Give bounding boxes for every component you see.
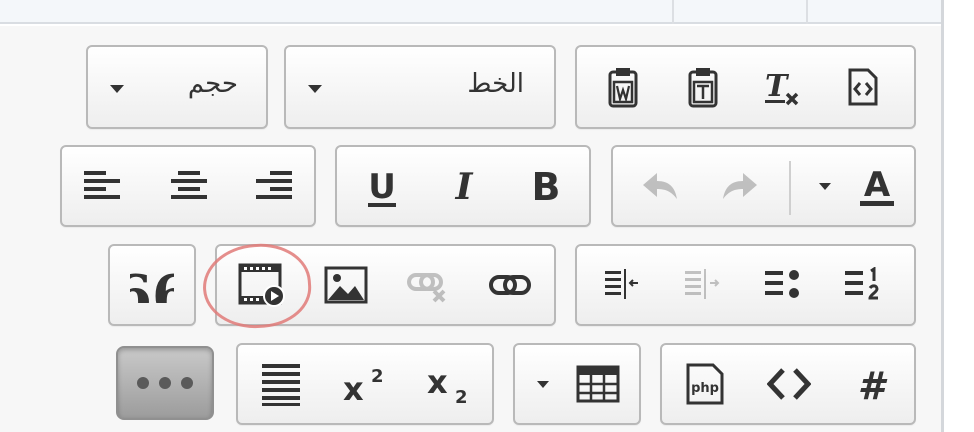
align-left-icon	[84, 171, 120, 199]
image-icon	[324, 266, 368, 304]
indent-button[interactable]	[589, 254, 657, 316]
align-right-icon	[256, 171, 292, 199]
redo-button[interactable]	[705, 155, 775, 217]
size-dropdown[interactable]: حجم	[86, 45, 268, 129]
table-icon	[576, 365, 620, 403]
php-icon: php	[686, 363, 724, 405]
font-dropdown-label: الخط	[467, 69, 524, 99]
blockquote-button[interactable]: 66	[116, 254, 188, 316]
blockquote-icon: 66	[130, 267, 174, 303]
outdent-button[interactable]	[669, 254, 737, 316]
svg-text:#: #	[858, 364, 888, 404]
more-button[interactable]	[116, 346, 214, 420]
underline-icon: U	[368, 167, 396, 207]
size-dropdown-label: حجم	[187, 69, 238, 99]
bold-button[interactable]: B	[509, 155, 583, 217]
redo-icon	[723, 173, 757, 199]
window-right-border	[941, 0, 944, 432]
align-center-button[interactable]	[154, 155, 224, 217]
text-style-group: U I B	[335, 145, 591, 227]
svg-text:U: U	[368, 167, 396, 207]
chevron-down-icon	[537, 381, 549, 388]
chevron-down-icon	[819, 183, 831, 190]
code-icon	[767, 368, 811, 400]
svg-text:x: x	[343, 370, 364, 404]
subscript-icon: x 2	[427, 363, 468, 405]
table-group[interactable]	[513, 343, 641, 425]
svg-text:2: 2	[371, 366, 384, 387]
remove-format-icon: T	[765, 69, 799, 106]
top-bar-divider	[672, 0, 674, 24]
undo-button[interactable]	[625, 155, 695, 217]
blockquote-group: 66	[108, 244, 196, 326]
code-button[interactable]	[752, 351, 826, 417]
toolbar-separator	[789, 161, 791, 215]
source-button[interactable]	[829, 55, 897, 119]
italic-icon: I	[455, 166, 474, 207]
svg-text:2: 2	[455, 387, 468, 405]
paste-word-icon	[608, 68, 638, 108]
italic-button[interactable]: I	[427, 155, 501, 217]
chevron-down-icon	[308, 85, 322, 93]
format-group: x 2 x 2	[236, 343, 494, 425]
indent-icon	[605, 269, 638, 299]
clipboard-group: T	[575, 45, 916, 129]
more-icon-dot	[181, 377, 193, 389]
svg-text:T: T	[765, 69, 790, 104]
align-right-button[interactable]	[238, 155, 308, 217]
bulleted-list-button[interactable]	[749, 254, 817, 316]
underline-button[interactable]: U	[345, 155, 419, 217]
svg-text:php: php	[691, 381, 719, 396]
top-bar	[0, 0, 942, 24]
chevron-down-icon	[110, 85, 124, 93]
justify-icon	[262, 364, 300, 406]
superscript-icon: x 2	[343, 366, 384, 404]
numbered-list-button[interactable]	[829, 254, 897, 316]
anchor-button[interactable]: #	[834, 351, 908, 417]
more-icon-dot	[137, 377, 149, 389]
svg-text:x: x	[427, 363, 448, 401]
paste-from-word-button[interactable]	[589, 55, 657, 119]
php-button[interactable]: php	[668, 351, 742, 417]
unlink-button[interactable]	[391, 254, 465, 316]
bold-icon: B	[532, 165, 561, 207]
font-dropdown[interactable]: الخط	[284, 45, 556, 129]
paste-text-icon	[688, 68, 718, 108]
history-color-group: A	[611, 145, 916, 227]
more-icon-dot	[159, 377, 171, 389]
text-color-button[interactable]: A	[809, 155, 909, 217]
link-icon	[489, 275, 531, 295]
image-button[interactable]	[309, 254, 383, 316]
svg-text:B: B	[532, 165, 561, 207]
table-button[interactable]	[565, 351, 631, 417]
svg-text:I: I	[455, 166, 474, 207]
outdent-icon	[685, 269, 720, 299]
code-group: php #	[660, 343, 916, 425]
top-bar-divider	[806, 0, 808, 24]
hash-icon: #	[858, 364, 888, 404]
link-button[interactable]	[473, 254, 547, 316]
svg-text:66: 66	[130, 267, 174, 303]
undo-icon	[643, 173, 677, 199]
align-center-icon	[171, 171, 207, 199]
source-icon	[848, 68, 878, 106]
superscript-button[interactable]: x 2	[328, 351, 402, 417]
subscript-button[interactable]: x 2	[412, 351, 486, 417]
numbered-list-icon	[845, 267, 879, 300]
svg-text:A: A	[864, 165, 891, 205]
justify-button[interactable]	[244, 351, 318, 417]
align-left-button[interactable]	[68, 155, 138, 217]
unlink-icon	[407, 273, 446, 303]
text-color-icon: A	[860, 165, 894, 206]
remove-format-button[interactable]: T	[749, 55, 817, 119]
bulleted-list-icon	[765, 270, 799, 298]
alignment-group	[60, 145, 316, 227]
paste-text-button[interactable]	[669, 55, 737, 119]
list-indent-group	[575, 244, 916, 326]
